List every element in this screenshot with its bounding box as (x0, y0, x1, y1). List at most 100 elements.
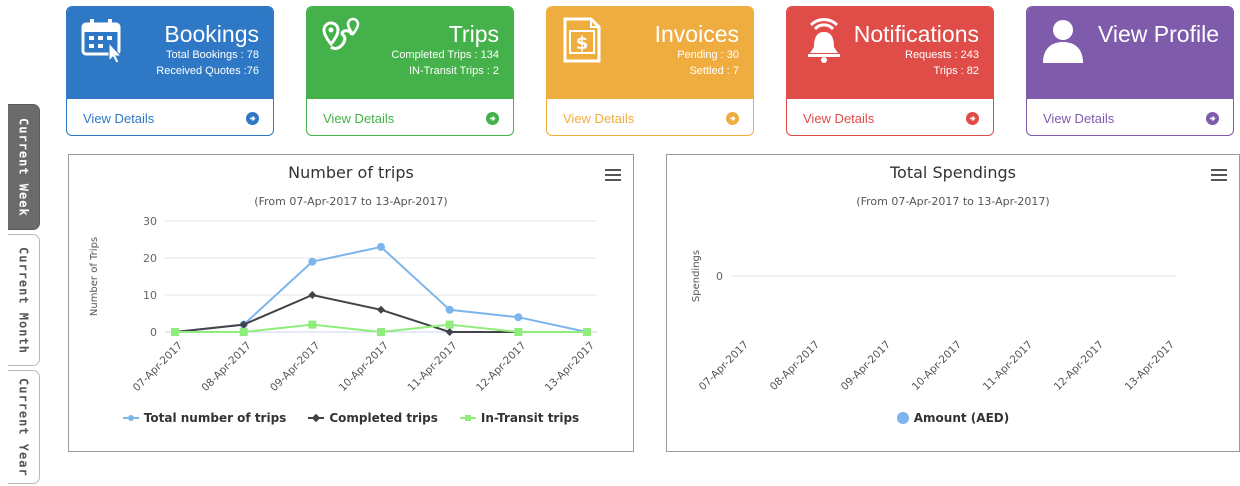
view-details-label: View Details (563, 110, 635, 126)
y-tick-label: 10 (143, 289, 157, 302)
x-tick-label: 13-Apr-2017 (1123, 339, 1177, 393)
arrow-right-circle-icon (966, 111, 979, 125)
card-stat: Pending : 30 (677, 49, 739, 61)
x-tick-label: 10-Apr-2017 (337, 340, 391, 394)
card-title: Bookings (164, 21, 259, 47)
view-profile-card: View Profile View Details (1026, 6, 1234, 136)
legend-label: Total number of trips (143, 411, 287, 425)
view-details-label: View Details (803, 110, 875, 126)
y-axis-label: Number of Trips (89, 237, 100, 316)
card-title: Trips (448, 21, 499, 47)
card-header: $ Invoices Pending : 30 Settled : 7 (547, 7, 753, 99)
y-tick-label: 0 (716, 270, 723, 283)
chart-legend: Amount (AED) (667, 411, 1239, 425)
legend-label: Amount (AED) (913, 411, 1010, 425)
tab-current-year[interactable]: Current Year (8, 370, 40, 484)
x-tick-label: 07-Apr-2017 (697, 339, 751, 393)
x-tick-label: 11-Apr-2017 (405, 340, 459, 394)
data-point (377, 328, 385, 336)
chart-legend: Total number of trips Completed trips In-T… (69, 411, 633, 425)
view-details-link[interactable]: View Details (787, 99, 993, 135)
legend-marker (896, 412, 909, 424)
tab-label: Current Week (16, 117, 31, 217)
legend-item[interactable]: In-Transit trips (459, 411, 580, 425)
legend-item[interactable]: Amount (AED) (896, 411, 1010, 425)
data-point (445, 320, 454, 329)
data-point (308, 320, 317, 329)
svg-text:$: $ (576, 33, 589, 54)
card-header: View Profile (1027, 7, 1233, 99)
legend-label: Completed trips (329, 411, 438, 425)
view-details-label: View Details (323, 110, 395, 126)
invoice-icon: $ (563, 17, 601, 63)
spendings-chart-panel: Total Spendings (From 07-Apr-2017 to 13-… (666, 154, 1240, 452)
data-point (514, 328, 523, 336)
data-point (171, 328, 179, 336)
data-point (583, 328, 591, 336)
user-icon (1043, 20, 1083, 63)
bell-icon (808, 18, 840, 63)
data-point (308, 291, 317, 299)
data-point (514, 313, 523, 322)
view-details-label: View Details (83, 110, 155, 126)
view-details-link[interactable]: View Details (67, 99, 273, 135)
card-stat: Completed Trips : 134 (391, 49, 499, 61)
trips-card: Trips Completed Trips : 134 IN-Transit T… (306, 6, 514, 136)
arrow-right-circle-icon (486, 111, 499, 125)
x-tick-label: 07-Apr-2017 (131, 340, 185, 394)
legend-item[interactable]: Completed trips (308, 411, 438, 425)
data-point (445, 328, 454, 336)
y-axis-label: Spendings (691, 250, 702, 302)
invoices-card: $ Invoices Pending : 30 Settled : 7 View… (546, 6, 754, 136)
series-line (174, 245, 588, 333)
view-details-link[interactable]: View Details (1027, 99, 1233, 135)
notifications-card: Notifications Requests : 243 Trips : 82 … (786, 6, 994, 136)
card-header: Bookings Total Bookings : 78 Received Qu… (67, 7, 273, 99)
tab-current-month[interactable]: Current Month (8, 234, 40, 366)
card-title: Notifications (853, 21, 979, 47)
arrow-right-circle-icon (246, 111, 259, 125)
card-stat: Settled : 7 (689, 65, 739, 77)
y-tick-label: 0 (150, 326, 157, 339)
card-title: Invoices (654, 21, 739, 47)
trips-line-chart: 0 10 20 30 07-Apr-2017 08-Apr-2017 09-Apr-2017… (89, 215, 597, 394)
x-tick-label: 13-Apr-2017 (543, 340, 597, 394)
card-header: Notifications Requests : 243 Trips : 82 (787, 7, 993, 99)
x-tick-label: 12-Apr-2017 (474, 340, 528, 394)
route-icon (322, 17, 360, 50)
data-point (377, 305, 385, 314)
card-title: View Profile (1097, 21, 1219, 47)
view-details-link[interactable]: View Details (547, 99, 753, 135)
card-header: Trips Completed Trips : 134 IN-Transit T… (307, 7, 513, 99)
legend-label: In-Transit trips (480, 411, 580, 425)
x-tick-label: 12-Apr-2017 (1052, 339, 1106, 393)
x-tick-label: 09-Apr-2017 (839, 339, 893, 393)
legend-marker (122, 413, 139, 423)
view-details-label: View Details (1043, 110, 1115, 126)
bookings-card: Bookings Total Bookings : 78 Received Qu… (66, 6, 274, 136)
data-point (239, 328, 248, 336)
arrow-right-circle-icon (726, 111, 739, 125)
tab-label: Current Year (16, 377, 31, 477)
y-tick-label: 20 (143, 252, 157, 265)
x-tick-label: 10-Apr-2017 (910, 339, 964, 393)
x-tick-label: 08-Apr-2017 (199, 340, 253, 394)
calendar-icon (81, 19, 123, 63)
x-tick-label: 08-Apr-2017 (768, 339, 822, 393)
card-stat: Trips : 82 (933, 65, 979, 77)
data-point (308, 257, 317, 266)
card-stat: Total Bookings : 78 (166, 49, 259, 61)
legend-item[interactable]: Total number of trips (122, 411, 287, 425)
spendings-line-chart: 0 07-Apr-2017 08-Apr-2017 09-Apr-2017 10-Apr… (691, 250, 1177, 393)
legend-marker (459, 413, 476, 423)
trips-chart-panel: Number of trips (From 07-Apr-2017 to 13-… (68, 154, 634, 452)
data-point (377, 242, 385, 251)
view-details-link[interactable]: View Details (307, 99, 513, 135)
x-tick-label: 11-Apr-2017 (981, 339, 1035, 393)
legend-marker (308, 413, 325, 423)
arrow-right-circle-icon (1206, 111, 1219, 125)
card-stat: Requests : 243 (905, 49, 979, 61)
tab-current-week[interactable]: Current Week (8, 104, 40, 230)
y-tick-label: 30 (143, 215, 157, 228)
card-stat: IN-Transit Trips : 2 (408, 65, 499, 77)
